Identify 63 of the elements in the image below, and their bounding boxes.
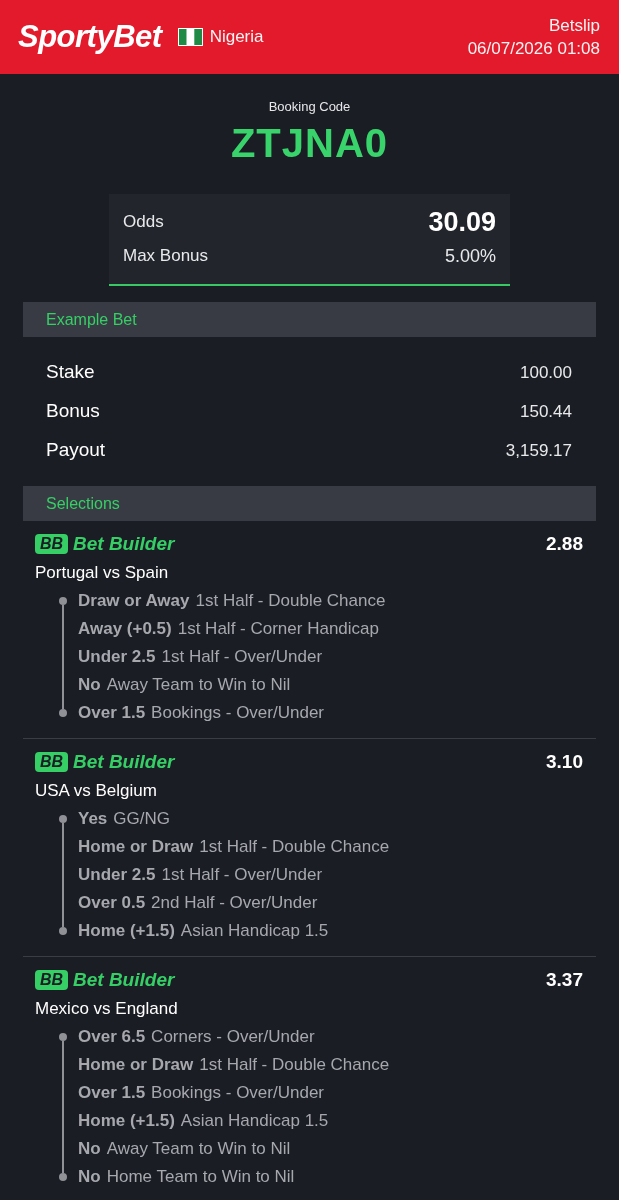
section-title: Selections (46, 493, 120, 514)
selection-pick: Over 6.5 (78, 1026, 146, 1049)
market-name: 1st Half - Corner Handicap (177, 618, 379, 641)
bet-builder-badge: BB (35, 970, 68, 990)
bet-odds: 3.10 (546, 749, 583, 774)
market-name: Away Team to Win to Nil (106, 1138, 291, 1161)
logo: SportyBet (18, 17, 162, 56)
summary-label: Odds (123, 211, 164, 234)
match-name: Mexico vs England (35, 998, 178, 1021)
market-name: Asian Handicap 1.5 (180, 1110, 329, 1133)
example-value: 100.00 (520, 361, 572, 384)
example-label: Payout (46, 438, 106, 463)
market-name: GG/NG (113, 808, 170, 831)
selection-pick: No (78, 1138, 101, 1161)
selection-pick: Draw or Away (78, 590, 190, 613)
selection-pick: Over 1.5 (78, 702, 146, 725)
booking-code: ZTJNA0 (230, 120, 389, 167)
market-name: 1st Half - Over/Under (161, 646, 323, 669)
summary-value: 5.00% (444, 244, 496, 268)
market-name: Home Team to Win to Nil (106, 1166, 295, 1189)
selection-pick: Under 2.5 (78, 646, 156, 669)
selection-pick: Home (+1.5) (78, 920, 175, 943)
section-title: Example Bet (46, 309, 137, 330)
summary-label: Max Bonus (123, 245, 209, 268)
market-name: Asian Handicap 1.5 (180, 920, 329, 943)
market-name: 2nd Half - Over/Under (151, 892, 318, 915)
selection-pick: No (78, 674, 101, 697)
bet-builder-badge: BB (35, 534, 68, 554)
market-name: 1st Half - Double Chance (199, 1054, 390, 1077)
market-name: 1st Half - Over/Under (161, 864, 323, 887)
bet-type: Bet Builder (73, 531, 175, 556)
summary-value: 30.09 (428, 205, 496, 239)
selection-pick: Under 2.5 (78, 864, 156, 887)
example-value: 150.44 (520, 400, 572, 423)
selection-pick: Yes (78, 808, 108, 831)
selection-pick: Over 0.5 (78, 892, 146, 915)
selection-pick: Over 1.5 (78, 1082, 146, 1105)
bet-type: Bet Builder (73, 967, 175, 992)
bet-builder-badge: BB (35, 752, 68, 772)
match-name: USA vs Belgium (35, 780, 157, 803)
bet-type: Bet Builder (73, 749, 175, 774)
example-value: 3,159.17 (505, 439, 572, 462)
market-name: Bookings - Over/Under (151, 1082, 324, 1105)
bet-odds: 2.88 (546, 531, 583, 556)
example-label: Bonus (46, 399, 100, 424)
market-name: Away Team to Win to Nil (106, 674, 291, 697)
country-name: Nigeria (209, 26, 264, 49)
selection-pick: No (78, 1166, 101, 1189)
selection-pick: Home or Draw (78, 1054, 194, 1077)
date-time: 06/07/2026 01:08 (467, 38, 600, 60)
selection-pick: Home (+1.5) (78, 1110, 175, 1133)
match-name: Portugal vs Spain (35, 562, 169, 585)
market-name: Corners - Over/Under (151, 1026, 315, 1049)
market-name: 1st Half - Double Chance (199, 836, 390, 859)
example-label: Stake (46, 360, 95, 385)
selection-pick: Away (+0.5) (78, 618, 172, 641)
page-title: Betslip (548, 15, 600, 37)
market-name: Bookings - Over/Under (151, 702, 324, 725)
selection-pick: Home or Draw (78, 836, 194, 859)
bet-odds: 3.37 (546, 967, 583, 992)
flag-icon (177, 28, 203, 46)
market-name: 1st Half - Double Chance (195, 590, 386, 613)
booking-code-label: Booking Code (268, 98, 351, 116)
